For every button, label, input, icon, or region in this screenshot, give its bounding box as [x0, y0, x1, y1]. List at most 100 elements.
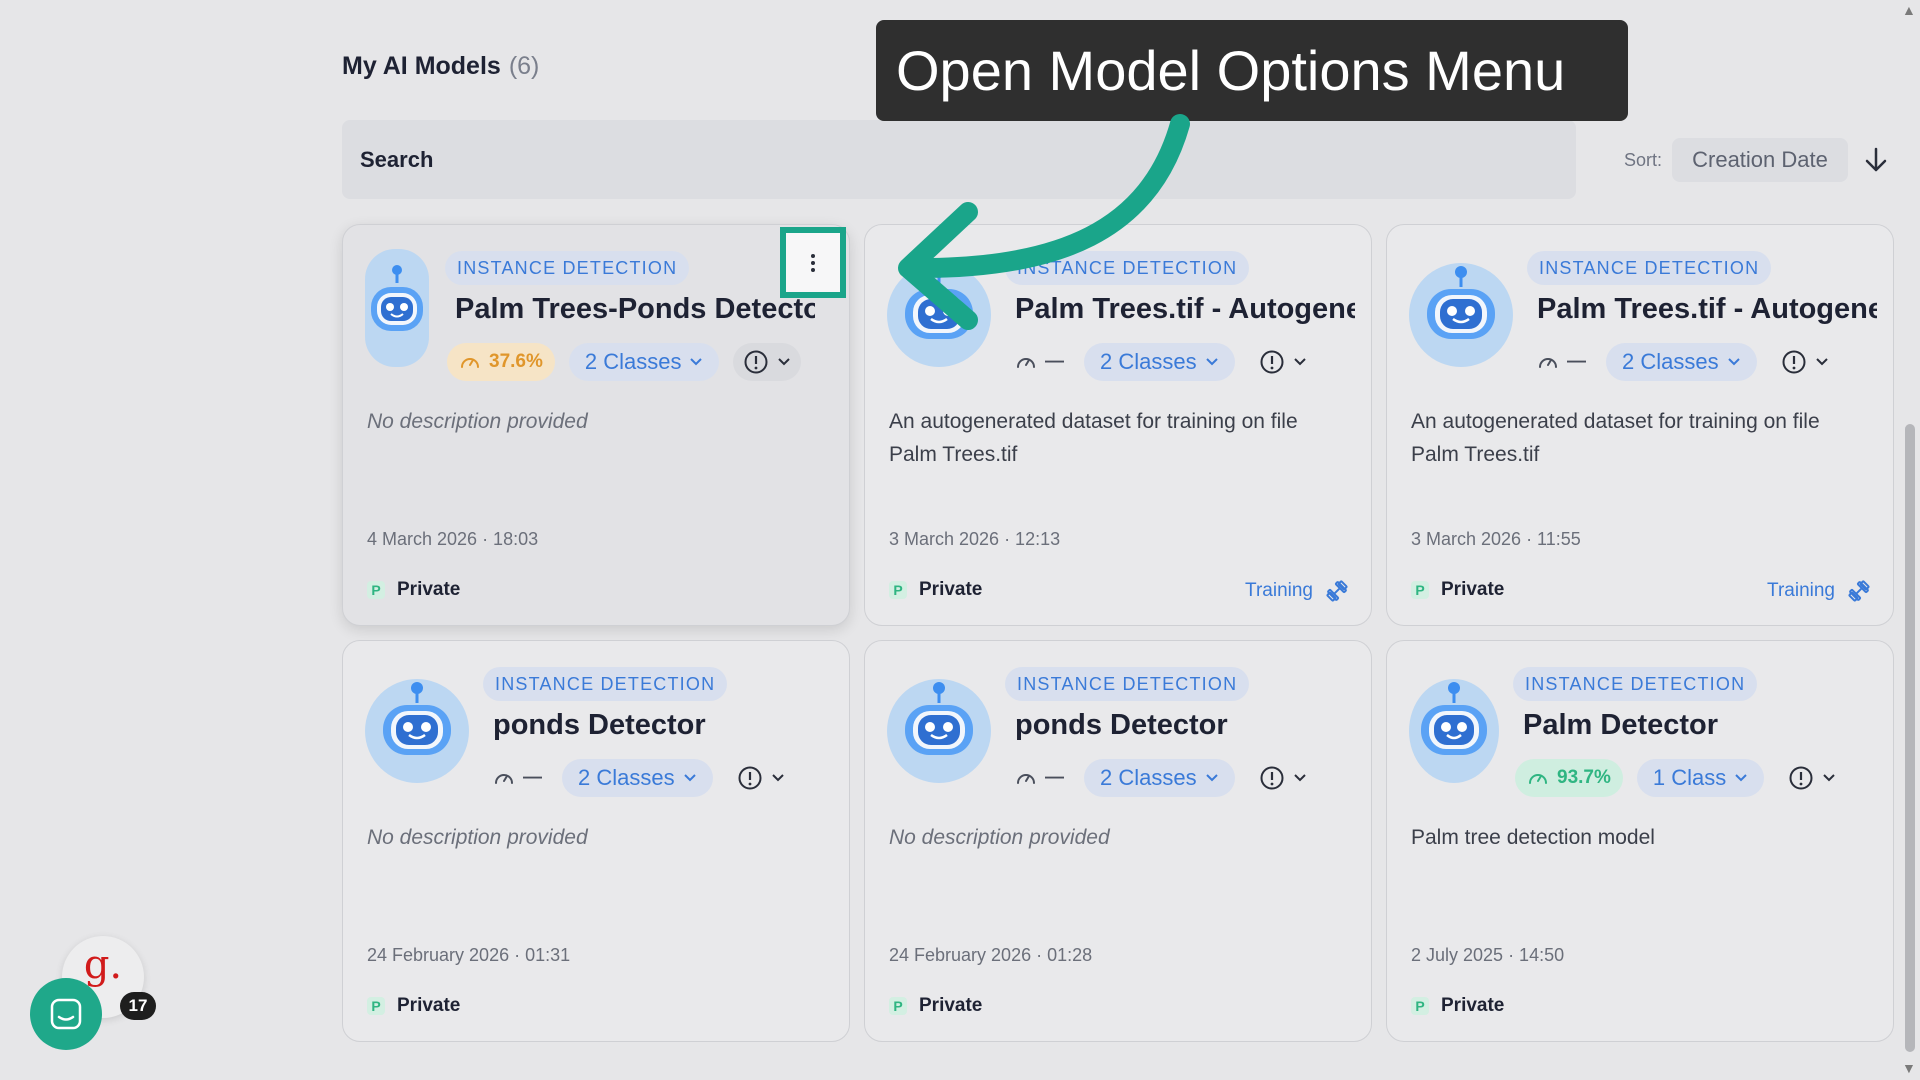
model-date: 4 March 2026 · 18:03 — [367, 529, 539, 549]
model-name: Palm Trees.tif - Autogene — [1015, 293, 1355, 325]
chevron-down-icon — [771, 774, 784, 782]
chat-launcher-button[interactable] — [30, 978, 102, 1050]
chevron-down-icon — [1727, 358, 1740, 366]
accuracy-badge: 37.6% — [447, 343, 555, 381]
chevron-down-icon — [1205, 358, 1218, 366]
privacy-icon: P — [367, 997, 385, 1015]
model-date: 3 March 2026 · 12:13 — [889, 529, 1061, 549]
classes-label: 2 Classes — [1622, 349, 1719, 374]
classes-label: 2 Classes — [584, 349, 682, 374]
sort-direction-button[interactable] — [1854, 138, 1898, 182]
classes-dropdown[interactable]: 1 Class — [1636, 759, 1765, 797]
info-dropdown[interactable] — [1249, 759, 1317, 797]
classes-dropdown[interactable]: 2 Classes — [1606, 343, 1757, 381]
privacy-label: Private — [397, 579, 461, 600]
gauge-icon — [1017, 358, 1035, 368]
gauge-icon — [1539, 358, 1557, 368]
classes-dropdown[interactable]: 2 Classes — [568, 343, 720, 381]
model-card[interactable]: INSTANCE DETECTION ponds Detector — 2 Cl… — [342, 640, 850, 1042]
info-dropdown[interactable] — [733, 343, 802, 381]
model-count: (6) — [508, 52, 540, 80]
chevron-down-icon — [1815, 358, 1828, 366]
model-description: An autogenerated dataset for training on… — [889, 410, 1298, 466]
notification-badge: 17 — [120, 992, 156, 1020]
privacy-status: P Private — [1411, 995, 1504, 1017]
sort-select[interactable]: Creation Date — [1672, 138, 1848, 182]
classes-dropdown[interactable]: 2 Classes — [1084, 759, 1235, 797]
model-type-badge: INSTANCE DETECTION — [483, 667, 728, 701]
robot-avatar-icon — [365, 679, 469, 783]
chevron-down-icon — [1293, 358, 1306, 366]
model-date: 24 February 2026 · 01:28 — [889, 945, 1093, 965]
model-name: Palm Detector — [1523, 709, 1719, 741]
model-description: No description provided — [889, 826, 1110, 849]
privacy-label: Private — [397, 995, 461, 1016]
accuracy-value: — — [1045, 351, 1064, 372]
privacy-icon: P — [889, 997, 907, 1015]
model-type-badge: INSTANCE DETECTION — [445, 251, 690, 285]
robot-avatar-icon — [887, 679, 991, 783]
model-card[interactable]: INSTANCE DETECTION Palm Trees.tif - Auto… — [864, 224, 1372, 626]
privacy-label: Private — [1441, 995, 1505, 1016]
scroll-down-icon[interactable]: ▼ — [1902, 1060, 1916, 1076]
model-name: ponds Detector — [493, 709, 706, 741]
chevron-down-icon — [690, 358, 703, 366]
privacy-status: P Private — [889, 579, 982, 601]
scroll-up-icon[interactable]: ▲ — [1902, 2, 1916, 18]
chevron-down-icon — [683, 774, 696, 782]
privacy-status: P Private — [889, 995, 982, 1017]
robot-avatar-icon — [887, 263, 991, 367]
chevron-down-icon — [1735, 774, 1747, 782]
chevron-down-icon — [1293, 774, 1306, 782]
classes-label: 2 Classes — [578, 765, 675, 790]
privacy-label: Private — [919, 579, 983, 600]
model-card[interactable]: INSTANCE DETECTION ponds Detector — 2 Cl… — [864, 640, 1372, 1042]
alert-circle-icon — [1260, 766, 1284, 790]
robot-avatar-icon — [1409, 679, 1499, 783]
accuracy-badge: 93.7% — [1515, 759, 1623, 797]
model-description: Palm tree detection model — [1411, 826, 1655, 849]
tutorial-tooltip: Open Model Options Menu — [876, 20, 1628, 121]
classes-label: 2 Classes — [1100, 349, 1197, 374]
accuracy-value: — — [523, 767, 542, 788]
chevron-down-icon — [1205, 774, 1218, 782]
model-type-badge: INSTANCE DETECTION — [1005, 251, 1250, 285]
classes-label: 2 Classes — [1100, 765, 1197, 790]
classes-dropdown[interactable]: 2 Classes — [562, 759, 713, 797]
chevron-down-icon — [778, 358, 791, 366]
privacy-label: Private — [1441, 579, 1505, 600]
dumbbell-icon — [1326, 580, 1348, 602]
robot-avatar-icon — [365, 249, 429, 367]
classes-label: 1 Class — [1652, 765, 1727, 790]
alert-circle-icon — [1789, 766, 1813, 790]
chevron-down-icon — [1823, 774, 1835, 782]
search-input[interactable] — [342, 120, 1576, 199]
classes-dropdown[interactable]: 2 Classes — [1084, 343, 1235, 381]
accuracy-value: 93.7% — [1557, 767, 1611, 788]
page-title: My AI Models (6) — [342, 52, 539, 81]
training-status: Training — [1245, 579, 1349, 603]
model-card[interactable]: INSTANCE DETECTION Palm Detector 93.7% 1… — [1386, 640, 1894, 1042]
model-options-menu-button[interactable] — [780, 227, 846, 298]
alert-circle-icon — [1260, 350, 1284, 374]
info-dropdown[interactable] — [1771, 343, 1839, 381]
accuracy-value: 37.6% — [489, 351, 543, 372]
gauge-icon — [1017, 774, 1035, 784]
info-dropdown[interactable] — [727, 759, 795, 797]
model-type-badge: INSTANCE DETECTION — [1005, 667, 1250, 701]
model-card[interactable]: INSTANCE DETECTION Palm Trees.tif - Auto… — [1386, 224, 1894, 626]
model-type-badge: INSTANCE DETECTION — [1513, 667, 1758, 701]
privacy-icon: P — [367, 581, 385, 599]
info-dropdown[interactable] — [1249, 343, 1317, 381]
scrollbar-thumb[interactable] — [1905, 424, 1915, 1052]
model-card[interactable]: INSTANCE DETECTION Palm Trees-Ponds Dete… — [342, 224, 850, 626]
privacy-status: P Private — [367, 579, 460, 601]
accuracy-value: — — [1567, 351, 1586, 372]
chat-icon — [50, 998, 82, 1030]
info-dropdown[interactable] — [1778, 759, 1846, 797]
model-description: No description provided — [367, 826, 588, 849]
page-title-text: My AI Models — [342, 52, 501, 80]
privacy-icon: P — [1411, 997, 1429, 1015]
gauge-icon — [495, 774, 513, 784]
accuracy-badge: — — [1009, 343, 1070, 381]
